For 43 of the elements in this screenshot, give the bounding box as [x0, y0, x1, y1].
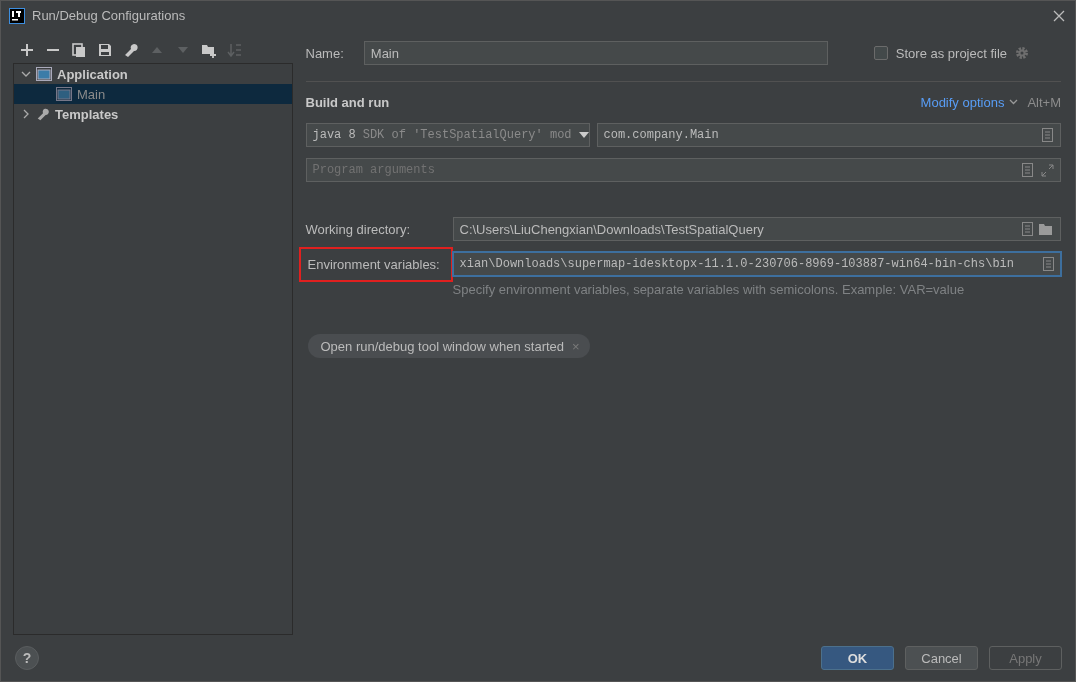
folder-plus-icon[interactable] [201, 42, 217, 58]
dialog-button[interactable]: OK [821, 646, 894, 670]
document-icon[interactable] [1043, 257, 1054, 271]
close-icon[interactable] [1053, 9, 1065, 22]
dialog-button[interactable]: Cancel [905, 646, 978, 670]
shortcut-hint: Alt+M [1027, 94, 1061, 110]
option-chip[interactable]: Open run/debug tool window when started × [307, 334, 590, 358]
chevron-right-icon[interactable] [21, 109, 31, 119]
save-icon[interactable] [97, 42, 113, 58]
environment-variables-label: Environment variables: [298, 246, 453, 282]
dropdown-arrow-icon[interactable] [578, 132, 589, 138]
window-icon [36, 67, 52, 81]
tree-item[interactable]: Application [57, 66, 128, 82]
document-icon[interactable] [1022, 222, 1033, 236]
wrench-icon [36, 107, 50, 121]
document-icon[interactable] [1022, 163, 1033, 177]
copy-icon[interactable] [71, 42, 87, 58]
environment-variables-field[interactable]: xian\Downloads\supermap-idesktopx-11.1.0-230706-8969-103887-win64-bin-chs\bin [452, 252, 1061, 276]
add-icon[interactable] [19, 42, 35, 58]
document-icon[interactable] [1042, 128, 1053, 142]
section-title: Build and run [305, 94, 391, 110]
checkbox[interactable] [873, 46, 888, 60]
help-button[interactable]: ? [15, 646, 39, 670]
tree-item[interactable]: Main [77, 86, 106, 102]
app-logo-icon [9, 7, 25, 24]
hint-text: Specify environment variables, separate variables with semicolons. Example: VAR=value [452, 282, 966, 297]
name-label: Name: [305, 45, 344, 61]
tree-item[interactable]: Templates [55, 106, 119, 122]
main-class-field[interactable]: com.company.Main [596, 123, 1061, 147]
gear-icon[interactable] [1015, 46, 1030, 60]
working-directory-field[interactable]: C:\Users\LiuChengxian\Downloads\TestSpatialQuery [452, 217, 1061, 241]
sdk-dropdown[interactable]: java 8 SDK of 'TestSpatialQuery' mod [305, 123, 590, 147]
store-label: Store as project file [895, 45, 1008, 61]
modify-options-link[interactable]: Modify options [920, 94, 1005, 110]
working-directory-label: Working directory: [305, 221, 411, 237]
chevron-down-icon[interactable] [1009, 99, 1019, 105]
name-field[interactable]: Main [363, 41, 828, 65]
window-title: Run/Debug Configurations [32, 8, 187, 23]
window-icon [56, 87, 72, 101]
folder-icon[interactable] [1038, 222, 1054, 236]
chevron-down-icon[interactable] [21, 69, 31, 79]
wrench-icon[interactable] [123, 42, 139, 58]
expand-icon[interactable] [1041, 163, 1054, 177]
